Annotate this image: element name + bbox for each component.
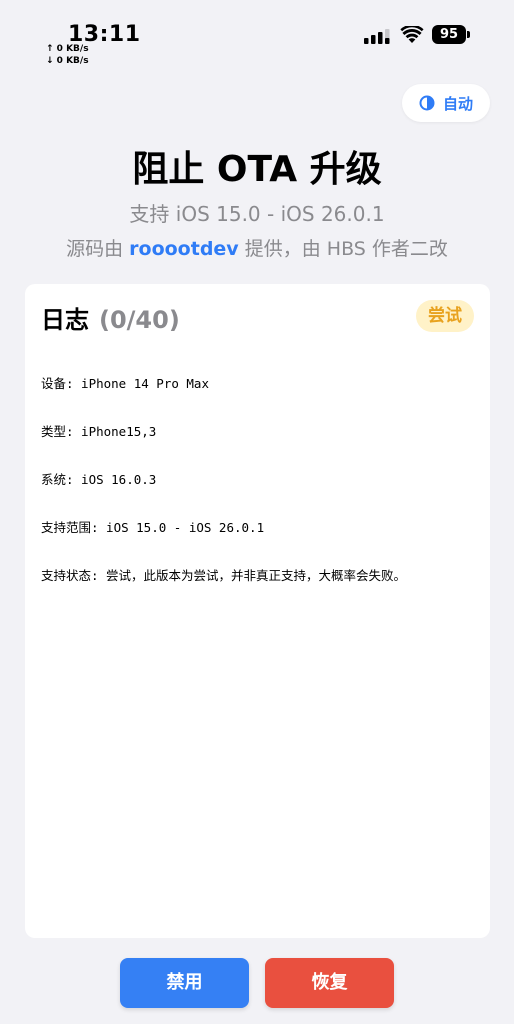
theme-toggle-button[interactable]: 自动	[402, 84, 490, 122]
version-support-text: 支持 iOS 15.0 - iOS 26.0.1	[129, 202, 385, 226]
app-screen: 13:11 ↑ 0 KB/s ↓ 0 KB/s 95 自动 阻止 OTA 升级 …	[0, 0, 514, 1024]
author-link[interactable]: rooootdev	[129, 238, 239, 260]
credit-text: 源码由 rooootdev 提供，由 HBS 作者二改	[0, 234, 514, 261]
net-upload-speed: ↑ 0 KB/s	[46, 44, 89, 54]
log-line: 支持状态: 尝试，此版本为尝试，并非真正支持，大概率会失败。	[41, 568, 407, 583]
battery-icon: 95	[432, 25, 466, 44]
battery-nub	[467, 31, 470, 38]
theme-toggle-label: 自动	[442, 94, 473, 113]
net-download-speed: ↓ 0 KB/s	[46, 56, 89, 66]
log-line: 支持范围: iOS 15.0 - iOS 26.0.1	[41, 520, 265, 535]
log-count: (0/40)	[99, 306, 180, 334]
credit-suffix: 提供，由 HBS 作者二改	[238, 238, 448, 260]
log-title: 日志	[41, 306, 89, 334]
wifi-icon	[400, 26, 424, 43]
credit-prefix: 源码由	[66, 238, 130, 260]
log-line: 系统: iOS 16.0.3	[41, 472, 157, 487]
log-line: 设备: iPhone 14 Pro Max	[41, 376, 209, 391]
cellular-signal-icon	[364, 29, 390, 44]
status-badge: 尝试	[416, 300, 474, 332]
page-title: 阻止 OTA 升级	[132, 149, 382, 190]
log-header: 日志 (0/40)	[41, 300, 180, 335]
half-circle-contrast-icon	[419, 95, 435, 111]
log-line: 类型: iPhone15,3	[41, 424, 157, 439]
log-card: 日志 (0/40) 尝试 设备: iPhone 14 Pro Max 类型: iP…	[25, 284, 490, 938]
disable-button[interactable]: 禁用	[120, 958, 249, 1008]
restore-button[interactable]: 恢复	[265, 958, 394, 1008]
log-output: 设备: iPhone 14 Pro Max 类型: iPhone15,3 系统:…	[41, 344, 481, 616]
